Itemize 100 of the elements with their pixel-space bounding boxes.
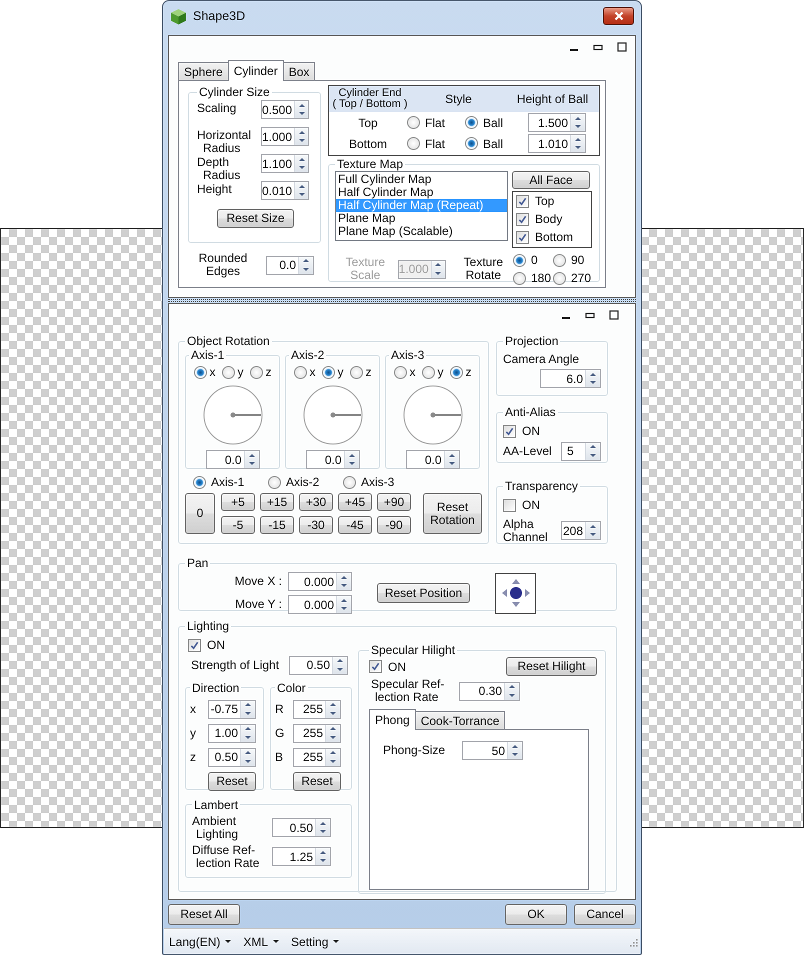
tab[interactable]: Sphere [178,62,229,80]
radio-button[interactable] [193,476,206,488]
step-button[interactable]: -30 [299,516,333,534]
list-item[interactable]: Plane Map (Scalable) [336,225,507,238]
step-button[interactable]: -15 [260,516,294,534]
reset-button[interactable]: Reset [208,772,256,790]
restore-icon[interactable] [585,310,595,320]
pan-pad-button[interactable] [495,572,536,614]
list-item[interactable]: Half Cylinder Map [336,186,507,199]
all-face-button[interactable]: All Face [512,171,590,189]
reset-button[interactable]: Reset [293,772,341,790]
step-button[interactable]: +45 [338,493,372,511]
rotation-dial[interactable] [402,384,464,446]
reset-hilight-button[interactable]: Reset Hilight [506,657,597,676]
dropdown-menu[interactable]: Lang(EN) [167,934,234,948]
number-field[interactable]: 0.50 [289,656,348,674]
checkbox[interactable] [369,660,382,673]
number-field[interactable]: 0.30 [459,682,520,700]
number-field[interactable]: 255 [293,724,341,742]
number-field[interactable]: 1.25 [272,847,331,866]
number-field[interactable]: 1.500 [528,113,586,132]
zero-button[interactable]: 0 [185,493,215,534]
reset-rotation-button[interactable]: Reset Rotation [423,493,482,534]
step-button[interactable]: +15 [260,493,294,511]
number-field[interactable]: 0.50 [208,748,256,766]
number-field[interactable]: 255 [293,748,341,766]
reset-all-button[interactable]: Reset All [168,904,240,924]
number-field[interactable]: 0.000 [288,572,352,591]
spin-buttons[interactable] [240,724,255,742]
spin-buttons[interactable] [325,700,340,718]
spin-buttons[interactable] [315,848,330,865]
spin-buttons[interactable] [294,101,308,118]
spin-buttons[interactable] [332,656,347,674]
close-button[interactable] [603,7,634,25]
number-field[interactable]: 1.000 [261,127,309,146]
step-button[interactable]: +90 [377,493,411,511]
spin-buttons[interactable] [585,522,600,539]
radio-button[interactable] [294,366,306,378]
number-field[interactable]: 0.0 [266,256,314,274]
spin-buttons[interactable] [240,748,255,766]
radio-button[interactable] [465,137,478,150]
number-field[interactable]: 0.500 [261,100,309,119]
resize-grip-icon[interactable] [628,936,638,946]
number-field[interactable]: 0.0 [206,450,260,469]
spin-buttons[interactable] [585,370,600,387]
checkbox[interactable] [503,498,516,512]
radio-button[interactable] [450,366,462,378]
radio-button[interactable] [513,254,526,266]
tab[interactable]: Cylinder [228,60,284,81]
spin-buttons[interactable] [244,451,258,468]
spin-buttons[interactable] [315,819,330,836]
number-field[interactable]: 1.100 [261,154,309,173]
list-item[interactable]: Plane Map [336,212,507,225]
number-field[interactable]: 5 [561,442,601,460]
radio-button[interactable] [407,116,420,129]
spin-buttons[interactable] [585,442,600,460]
radio-button[interactable] [513,272,526,284]
reset-size-button[interactable]: Reset Size [217,209,294,228]
radio-button[interactable] [268,476,281,488]
number-field[interactable]: 255 [293,700,341,718]
step-button[interactable]: -45 [338,516,372,534]
spin-buttons[interactable] [294,182,308,199]
spin-buttons[interactable] [325,748,340,766]
number-field[interactable]: 6.0 [540,369,601,388]
dropdown-menu[interactable]: XML [241,934,282,948]
maximize-icon[interactable] [617,42,627,52]
tab[interactable]: Cook-Torrance [414,711,506,729]
spin-buttons[interactable] [570,135,585,152]
checkbox[interactable] [503,424,516,438]
number-field[interactable]: 0.0 [406,450,460,469]
radio-button[interactable] [194,366,206,378]
rotation-dial[interactable] [202,384,264,446]
spin-buttons[interactable] [444,451,458,468]
radio-button[interactable] [422,366,434,378]
number-field[interactable]: 0.000 [288,595,352,614]
radio-button[interactable] [553,254,566,266]
checkbox[interactable] [516,194,529,208]
number-field[interactable]: 208 [561,521,601,540]
spin-buttons[interactable] [298,256,313,274]
spin-buttons[interactable] [504,682,519,700]
radio-button[interactable] [322,366,334,378]
radio-button[interactable] [553,272,566,284]
rotation-dial[interactable] [302,384,364,446]
checkbox[interactable] [188,638,201,652]
radio-button[interactable] [394,366,406,378]
spin-buttons[interactable] [336,573,351,590]
reset-position-button[interactable]: Reset Position [377,583,470,603]
tab[interactable]: Phong [369,709,416,730]
number-field[interactable]: -0.75 [208,700,256,718]
radio-button[interactable] [465,116,478,129]
spin-buttons[interactable] [570,114,585,131]
checkbox[interactable] [516,212,529,226]
maximize-icon[interactable] [609,310,619,320]
step-button[interactable]: -5 [221,516,255,534]
number-field[interactable]: 50 [462,741,523,760]
radio-button[interactable] [250,366,262,378]
cancel-button[interactable]: Cancel [574,904,636,924]
number-field[interactable]: 1.00 [208,724,256,742]
restore-icon[interactable] [593,42,603,52]
spin-buttons[interactable] [336,596,351,613]
